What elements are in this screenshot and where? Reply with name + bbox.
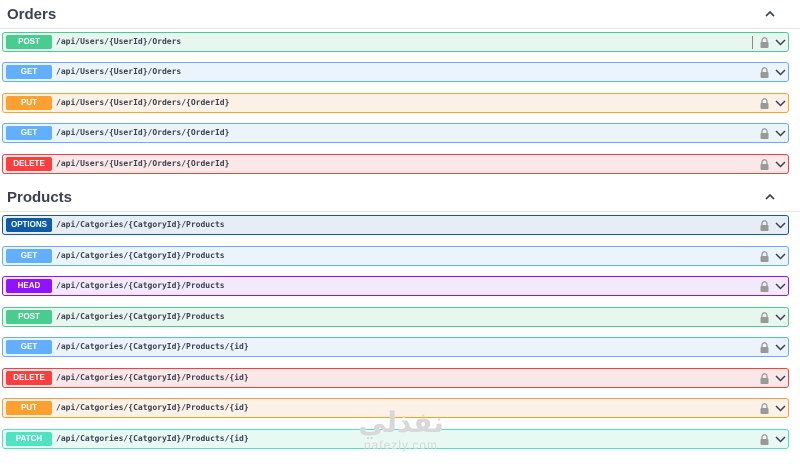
method-badge: GET (6, 126, 52, 140)
chevron-down-icon[interactable] (775, 98, 786, 108)
method-badge: DELETE (6, 157, 52, 171)
lock-icon[interactable] (760, 67, 769, 78)
operation-row[interactable]: POST /api/Catgories/{CatgoryId}/Products (2, 307, 789, 327)
operation-row[interactable]: PUT /api/Users/{UserId}/Orders/{OrderId} (2, 93, 789, 113)
operation-path: /api/Catgories/{CatgoryId}/Products (56, 251, 225, 260)
divider (752, 36, 753, 49)
operation-row[interactable]: DELETE /api/Catgories/{CatgoryId}/Produc… (2, 368, 789, 388)
lock-icon[interactable] (760, 373, 769, 384)
operation-path: /api/Users/{UserId}/Orders/{OrderId} (56, 159, 230, 168)
lock-icon[interactable] (760, 342, 769, 353)
method-badge: HEAD (6, 279, 52, 293)
chevron-up-icon[interactable] (764, 191, 776, 203)
operation-row[interactable]: GET /api/Catgories/{CatgoryId}/Products (2, 246, 789, 266)
operation-row[interactable]: GET /api/Users/{UserId}/Orders (2, 62, 789, 82)
chevron-down-icon[interactable] (775, 281, 786, 291)
method-badge: POST (6, 35, 52, 49)
lock-icon[interactable] (760, 98, 769, 109)
chevron-down-icon[interactable] (775, 373, 786, 383)
operation-path: /api/Users/{UserId}/Orders/{OrderId} (56, 128, 230, 137)
operation-path: /api/Catgories/{CatgoryId}/Products (56, 312, 225, 321)
operation-path: /api/Catgories/{CatgoryId}/Products/{id} (56, 342, 249, 351)
chevron-down-icon[interactable] (775, 403, 786, 413)
method-badge: PATCH (6, 432, 52, 446)
chevron-down-icon[interactable] (775, 37, 786, 47)
chevron-down-icon[interactable] (775, 342, 786, 352)
lock-icon[interactable] (760, 251, 769, 262)
chevron-down-icon[interactable] (775, 67, 786, 77)
operation-row[interactable]: GET /api/Catgories/{CatgoryId}/Products/… (2, 337, 789, 357)
lock-icon[interactable] (760, 434, 769, 445)
lock-icon[interactable] (760, 220, 769, 231)
watermark-text: nafezly.com (363, 438, 439, 452)
watermark-logo: نفذلي (358, 406, 444, 439)
lock-icon[interactable] (760, 403, 769, 414)
method-badge: GET (6, 65, 52, 79)
method-badge: GET (6, 340, 52, 354)
operation-row[interactable]: POST /api/Users/{UserId}/Orders (2, 32, 789, 52)
operation-row[interactable]: HEAD /api/Catgories/{CatgoryId}/Products (2, 276, 789, 296)
operation-path: /api/Catgories/{CatgoryId}/Products/{id} (56, 403, 249, 412)
chevron-down-icon[interactable] (775, 251, 786, 261)
chevron-down-icon[interactable] (775, 220, 786, 230)
lock-icon[interactable] (760, 312, 769, 323)
method-badge: POST (6, 310, 52, 324)
lock-icon[interactable] (760, 159, 769, 170)
operation-path: /api/Users/{UserId}/Orders/{OrderId} (56, 98, 230, 107)
operation-path: /api/Users/{UserId}/Orders (56, 37, 182, 46)
operation-path: /api/Catgories/{CatgoryId}/Products (56, 220, 225, 229)
chevron-down-icon[interactable] (775, 434, 786, 444)
chevron-down-icon[interactable] (775, 312, 786, 322)
section-title: Products (7, 189, 73, 206)
operation-path: /api/Users/{UserId}/Orders (56, 67, 182, 76)
method-badge: GET (6, 249, 52, 263)
section-title: Orders (7, 6, 57, 23)
operation-row[interactable]: OPTIONS /api/Catgories/{CatgoryId}/Produ… (2, 215, 789, 235)
operation-path: /api/Catgories/{CatgoryId}/Products/{id} (56, 434, 249, 443)
lock-icon[interactable] (760, 128, 769, 139)
chevron-down-icon[interactable] (775, 128, 786, 138)
watermark: نفذلي nafezly.com (346, 408, 456, 462)
chevron-down-icon[interactable] (775, 159, 786, 169)
operation-path: /api/Catgories/{CatgoryId}/Products (56, 281, 225, 290)
method-badge: DELETE (6, 371, 52, 385)
method-badge: PUT (6, 401, 52, 415)
method-badge: PUT (6, 96, 52, 110)
lock-icon[interactable] (760, 281, 769, 292)
lock-icon[interactable] (760, 37, 769, 48)
chevron-up-icon[interactable] (764, 8, 776, 20)
operation-row[interactable]: GET /api/Users/{UserId}/Orders/{OrderId} (2, 123, 789, 143)
method-badge: OPTIONS (6, 218, 52, 232)
section-header-orders[interactable]: Orders (0, 1, 800, 29)
section-header-products[interactable]: Products (0, 184, 800, 212)
operation-path: /api/Catgories/{CatgoryId}/Products/{id} (56, 373, 249, 382)
operation-row[interactable]: DELETE /api/Users/{UserId}/Orders/{Order… (2, 154, 789, 174)
